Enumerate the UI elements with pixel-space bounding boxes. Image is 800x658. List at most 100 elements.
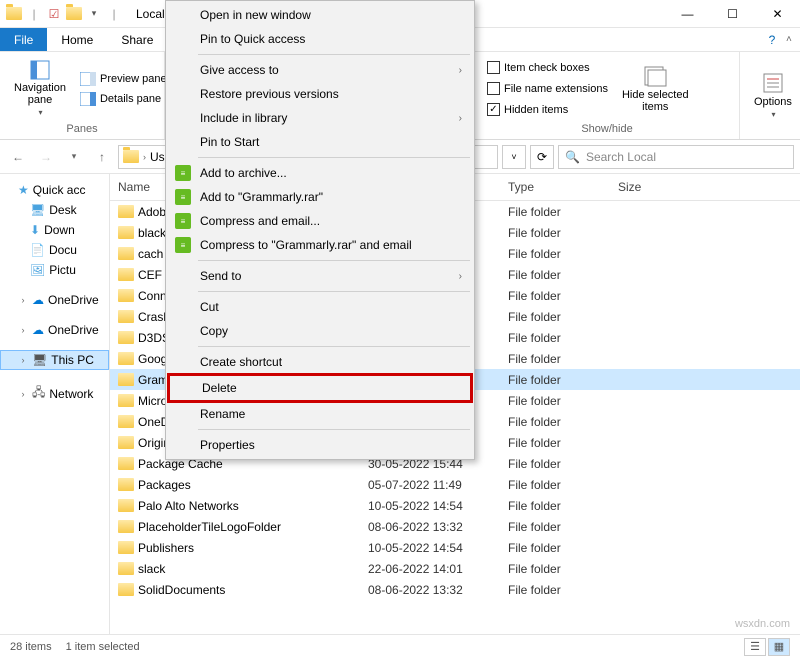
checkbox-empty-icon [487, 61, 500, 74]
cm-rename[interactable]: Rename [168, 402, 472, 426]
checkbox-empty-icon [487, 82, 500, 95]
tab-home[interactable]: Home [47, 28, 107, 51]
ribbon-collapse-icon[interactable]: ˄ [786, 28, 800, 51]
sidebar-item-documents[interactable]: 📄Docu [0, 240, 109, 260]
cm-pin-start[interactable]: Pin to Start [168, 130, 472, 154]
folder-icon [118, 268, 134, 281]
cm-compress-email[interactable]: ≡Compress and email... [168, 209, 472, 233]
file-date: 22-06-2022 14:01 [360, 562, 500, 576]
details-view-button[interactable]: ☰ [744, 638, 766, 656]
file-type: File folder [500, 499, 610, 513]
showhide-group-label: Show/hide [483, 121, 731, 135]
back-button[interactable]: ← [6, 145, 30, 169]
search-icon: 🔍 [565, 150, 580, 164]
minimize-button[interactable]: — [665, 0, 710, 28]
folder-icon [6, 6, 22, 22]
file-name: Packages [138, 478, 191, 492]
cm-separator [198, 291, 470, 292]
thumbnails-view-button[interactable]: ▦ [768, 638, 790, 656]
file-row[interactable]: SolidDocuments08-06-2022 13:32File folde… [110, 579, 800, 600]
new-folder-qat-icon[interactable] [66, 6, 82, 22]
file-name: SolidDocuments [138, 583, 225, 597]
sidebar-item-network[interactable]: ›🖧Network [0, 380, 109, 407]
properties-qat-icon[interactable]: ☑ [46, 6, 62, 22]
sidebar-item-pictures[interactable]: 🖼Pictu [0, 260, 109, 280]
sidebar-item-desktop[interactable]: 🖥Desk [0, 200, 109, 220]
file-row[interactable]: Packages05-07-2022 11:49File folder [110, 474, 800, 495]
file-type: File folder [500, 436, 610, 450]
folder-icon [118, 415, 134, 428]
cm-separator [198, 260, 470, 261]
search-placeholder: Search Local [586, 150, 656, 164]
preview-pane-button[interactable]: Preview pane [76, 70, 171, 88]
search-input[interactable]: 🔍 Search Local [558, 145, 794, 169]
file-row[interactable]: PlaceholderTileLogoFolder08-06-2022 13:3… [110, 516, 800, 537]
qat-dropdown-icon[interactable]: ▾ [86, 6, 102, 22]
navigation-pane-button[interactable]: Navigation pane ▾ [8, 56, 72, 121]
file-extensions-toggle[interactable]: File name extensions [483, 80, 612, 97]
cm-add-archive[interactable]: ≡Add to archive... [168, 161, 472, 185]
sidebar-item-quick-access[interactable]: ★Quick acc [0, 180, 109, 200]
file-type: File folder [500, 457, 610, 471]
cm-create-shortcut[interactable]: Create shortcut [168, 350, 472, 374]
cm-separator [198, 54, 470, 55]
file-name: Goog [138, 352, 167, 366]
cm-separator [198, 157, 470, 158]
file-name: slack [138, 562, 165, 576]
cm-restore-versions[interactable]: Restore previous versions [168, 82, 472, 106]
tab-file[interactable]: File [0, 28, 47, 51]
cm-cut[interactable]: Cut [168, 295, 472, 319]
item-checkboxes-toggle[interactable]: Item check boxes [483, 59, 612, 76]
cm-send-to[interactable]: Send to› [168, 264, 472, 288]
hide-selected-button[interactable]: Hide selected items [616, 56, 695, 121]
chevron-right-icon[interactable]: › [143, 152, 146, 162]
hidden-items-toggle[interactable]: ✓Hidden items [483, 101, 612, 118]
column-size[interactable]: Size [610, 174, 690, 200]
watermark: wsxdn.com [735, 618, 790, 630]
cm-pin-quick-access[interactable]: Pin to Quick access [168, 27, 472, 51]
file-row[interactable]: Publishers10-05-2022 14:54File folder [110, 537, 800, 558]
folder-icon [118, 583, 134, 596]
sidebar-item-onedrive-personal[interactable]: ›☁OneDrive [0, 320, 109, 340]
hide-selected-icon [643, 65, 667, 87]
cm-properties[interactable]: Properties [168, 433, 472, 457]
file-type: File folder [500, 520, 610, 534]
folder-icon [118, 373, 134, 386]
cm-delete[interactable]: Delete [167, 373, 473, 403]
chevron-right-icon: › [459, 271, 462, 282]
cm-open-new-window[interactable]: Open in new window [168, 3, 472, 27]
column-type[interactable]: Type [500, 174, 610, 200]
cm-copy[interactable]: Copy [168, 319, 472, 343]
recent-locations-button[interactable]: ▾ [62, 145, 86, 169]
close-button[interactable]: ✕ [755, 0, 800, 28]
cm-separator [198, 429, 470, 430]
file-type: File folder [500, 205, 610, 219]
up-button[interactable]: ↑ [90, 145, 114, 169]
refresh-button[interactable]: ⟳ [530, 145, 554, 169]
maximize-button[interactable]: ☐ [710, 0, 755, 28]
sidebar-item-this-pc[interactable]: ›🖥This PC [0, 350, 109, 370]
sidebar-item-onedrive[interactable]: ›☁OneDrive [0, 290, 109, 310]
address-dropdown-button[interactable]: ˅ [502, 145, 526, 169]
details-pane-icon [80, 92, 96, 106]
cm-compress-rar-email[interactable]: ≡Compress to "Grammarly.rar" and email [168, 233, 472, 257]
folder-icon [118, 331, 134, 344]
file-row[interactable]: slack22-06-2022 14:01File folder [110, 558, 800, 579]
file-name: Adob [138, 205, 166, 219]
file-name: cach [138, 247, 163, 261]
help-icon[interactable]: ? [758, 28, 786, 51]
tab-share[interactable]: Share [107, 28, 167, 51]
forward-button[interactable]: → [34, 145, 58, 169]
folder-icon [118, 310, 134, 323]
navigation-sidebar: ★Quick acc 🖥Desk ⬇Down 📄Docu 🖼Pictu ›☁On… [0, 174, 110, 634]
sidebar-item-downloads[interactable]: ⬇Down [0, 220, 109, 240]
chevron-right-icon: › [459, 113, 462, 124]
cm-add-to-rar[interactable]: ≡Add to "Grammarly.rar" [168, 185, 472, 209]
file-type: File folder [500, 583, 610, 597]
folder-icon [118, 247, 134, 260]
cm-include-library[interactable]: Include in library› [168, 106, 472, 130]
details-pane-button[interactable]: Details pane [76, 90, 171, 108]
options-button[interactable]: Options ▾ [748, 56, 798, 135]
file-row[interactable]: Palo Alto Networks10-05-2022 14:54File f… [110, 495, 800, 516]
cm-give-access-to[interactable]: Give access to› [168, 58, 472, 82]
